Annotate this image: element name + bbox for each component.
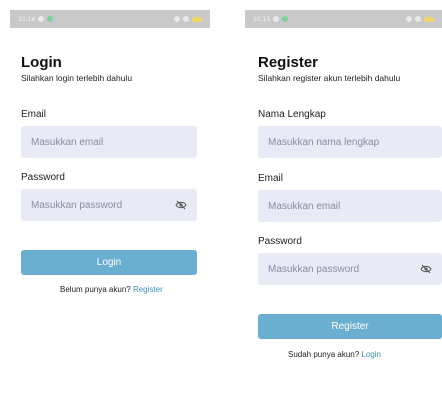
password-label: Password [258,236,302,247]
login-link[interactable]: Login [361,350,381,359]
name-label: Nama Lengkap [258,109,326,120]
battery-icon [424,16,434,22]
password-field[interactable] [258,253,442,285]
battery-icon [192,16,202,22]
password-label: Password [21,172,65,183]
status-time: 10.15 [253,15,271,23]
email-field[interactable] [258,190,442,222]
page-subtitle: Silahkan register akun terlebih dahulu [258,73,401,83]
register-link[interactable]: Register [133,285,163,294]
status-bar: 10.15 [245,10,442,28]
login-button[interactable]: Login [21,250,197,275]
email-label: Email [21,109,47,120]
notification-icon [273,16,280,22]
page-subtitle: Silahkan login terlebih dahulu [21,73,133,83]
login-prompt: Sudah punya akun? Login [288,350,381,359]
app-notification-icon [282,16,289,22]
register-button[interactable]: Register [258,314,442,339]
register-screen: 10.15 Register Silahkan register akun te… [245,10,442,405]
email-input[interactable] [31,136,197,148]
wifi-icon [174,16,180,22]
eye-off-icon[interactable] [420,263,432,275]
notification-icon [38,16,45,22]
status-time: 10.14 [18,15,36,23]
password-input[interactable] [31,199,197,211]
eye-off-icon[interactable] [175,199,187,211]
password-field[interactable] [21,189,197,221]
page-title: Login [21,54,62,71]
register-prompt: Belum punya akun? Register [60,285,163,294]
password-input[interactable] [268,263,442,275]
register-prompt-text: Belum punya akun? [60,285,131,294]
email-field[interactable] [21,126,197,158]
name-field[interactable] [258,126,442,158]
login-screen: 10.14 Login Silahkan login terlebih dahu… [10,10,210,405]
signal-icon [183,16,189,22]
name-input[interactable] [268,136,442,148]
page-title: Register [258,54,319,71]
email-label: Email [258,173,284,184]
signal-icon [415,16,421,22]
login-prompt-text: Sudah punya akun? [288,350,360,359]
email-input[interactable] [268,200,442,212]
wifi-icon [406,16,412,22]
status-bar: 10.14 [10,10,210,28]
app-notification-icon [47,16,54,22]
